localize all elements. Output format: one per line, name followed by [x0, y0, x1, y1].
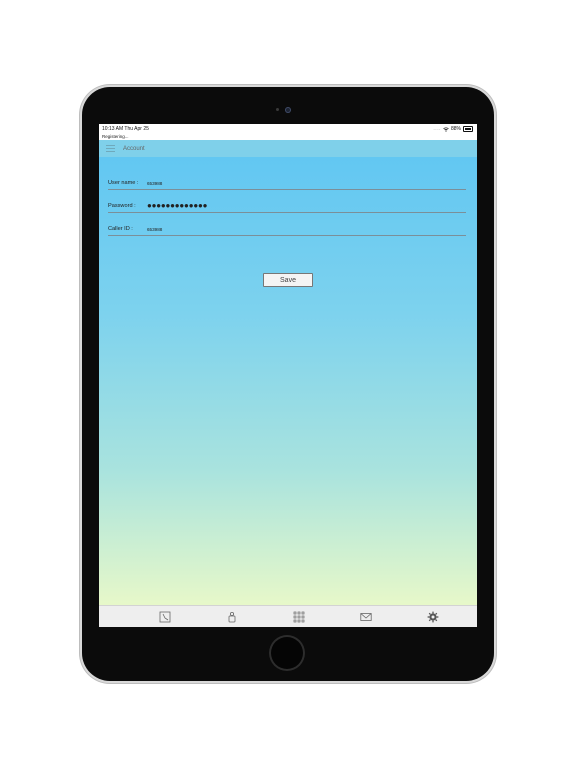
tab-keypad[interactable] — [293, 611, 305, 623]
mail-icon — [360, 613, 372, 621]
sensor-dot — [276, 108, 279, 111]
tab-settings[interactable] — [427, 611, 439, 623]
menu-icon[interactable] — [106, 144, 115, 153]
registration-status: Registering... — [102, 134, 129, 139]
tab-contacts[interactable] — [226, 611, 238, 623]
tab-bar — [99, 605, 477, 627]
settings-icon — [427, 611, 439, 623]
tab-phone[interactable] — [159, 611, 171, 623]
caller-id-field[interactable]: Caller ID : 653988 — [108, 223, 466, 236]
tab-messages[interactable] — [360, 611, 372, 623]
navigation-bar: Account — [99, 140, 477, 157]
tablet-device: 10:13 AM Thu Apr 25 .... 88% Registering… — [82, 87, 494, 681]
keypad-icon — [293, 611, 305, 623]
account-form: User name : 653988 Password : ●●●●●●●●●●… — [99, 157, 477, 605]
username-field[interactable]: User name : 653988 — [108, 177, 466, 190]
password-field[interactable]: Password : ●●●●●●●●●●●●● — [108, 200, 466, 213]
wifi-icon — [443, 127, 449, 132]
caller-id-input[interactable]: 653988 — [147, 227, 162, 232]
camera-icon — [285, 107, 291, 113]
screen: 10:13 AM Thu Apr 25 .... 88% Registering… — [99, 124, 477, 627]
status-time: 10:13 AM Thu Apr 25 — [102, 126, 149, 132]
password-label: Password : — [108, 203, 136, 209]
battery-percent: 88% — [450, 126, 461, 132]
password-input[interactable]: ●●●●●●●●●●●●● — [147, 201, 207, 210]
home-button[interactable] — [269, 635, 305, 671]
caller-id-label: Caller ID : — [108, 226, 133, 232]
username-label: User name : — [108, 180, 139, 186]
phone-icon — [159, 611, 171, 623]
contacts-icon — [228, 611, 236, 623]
username-input[interactable]: 653988 — [147, 181, 162, 186]
status-indicators: .... 88% — [433, 126, 473, 132]
status-bar: 10:13 AM Thu Apr 25 .... 88% — [99, 124, 477, 134]
signal-icon: .... — [433, 126, 441, 132]
save-button[interactable]: Save — [263, 273, 313, 287]
page-title: Account — [123, 145, 145, 152]
battery-icon — [463, 126, 473, 132]
